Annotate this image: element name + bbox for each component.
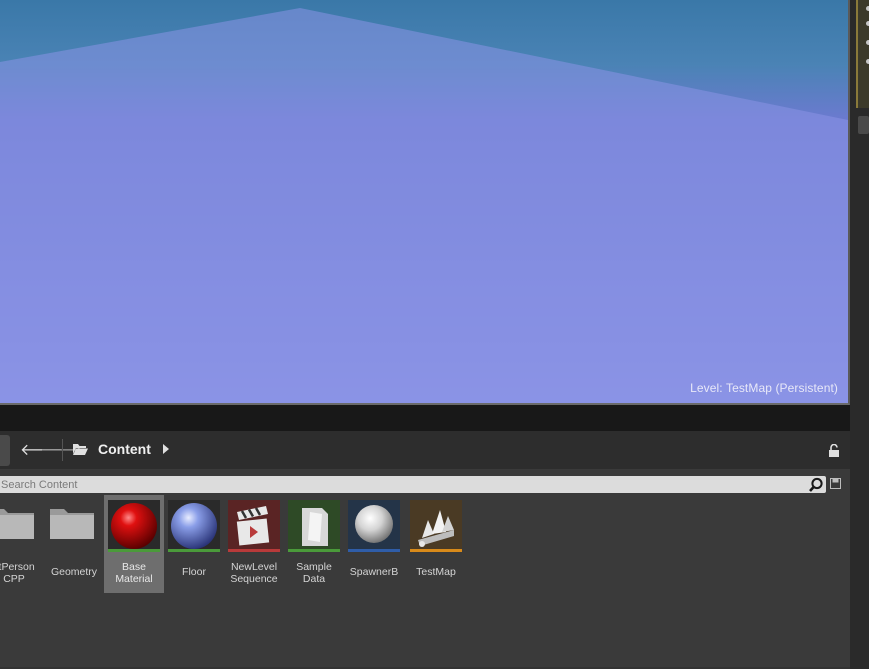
asset-type-bar — [410, 549, 462, 552]
data-asset-icon — [288, 500, 340, 552]
material-sphere-icon — [108, 500, 160, 552]
asset-label: SpawnerB — [349, 566, 399, 578]
asset-type-bar — [288, 549, 340, 552]
level-map-icon — [410, 500, 462, 552]
floor-plane — [0, 8, 848, 403]
blueprint-sphere-icon — [348, 500, 400, 552]
asset-label: Sample Data — [296, 561, 332, 585]
level-viewport[interactable]: Level: TestMap (Persistent) — [0, 0, 850, 405]
asset-label: stPerson CPP — [0, 561, 35, 585]
asset-test-map[interactable]: TestMap — [406, 495, 466, 593]
lock-icon[interactable] — [828, 444, 840, 457]
search-input[interactable] — [0, 476, 801, 493]
content-browser: 🡐 🡒 Content stPerson CPP — [0, 431, 850, 669]
asset-folder-firstperson[interactable]: stPerson CPP — [0, 495, 44, 593]
asset-label: Geometry — [50, 566, 98, 578]
panel-separator — [0, 405, 850, 431]
asset-sample-data[interactable]: Sample Data — [284, 495, 344, 593]
asset-floor[interactable]: Floor — [164, 495, 224, 593]
panel-tab[interactable] — [858, 116, 869, 134]
level-name-label: Level: TestMap (Persistent) — [690, 381, 838, 395]
clapperboard-icon — [228, 500, 280, 552]
folder-icon — [50, 509, 94, 539]
asset-type-bar — [348, 549, 400, 552]
save-search-icon[interactable] — [830, 478, 841, 489]
search-box — [0, 476, 826, 493]
asset-label: Floor — [182, 566, 206, 578]
asset-type-bar — [228, 549, 280, 552]
asset-label: NewLevel Sequence — [230, 561, 278, 585]
panel-toolbar-frame — [856, 0, 869, 108]
asset-new-level-sequence[interactable]: NewLevel Sequence — [224, 495, 284, 593]
asset-label: Base Material — [115, 561, 153, 585]
asset-type-bar — [168, 549, 220, 552]
asset-type-bar — [108, 549, 160, 552]
search-icon[interactable] — [808, 477, 824, 493]
toolbar-divider — [62, 439, 63, 461]
viewport-scene — [0, 8, 848, 403]
asset-spawner-blueprint[interactable]: SpawnerB — [344, 495, 404, 593]
asset-folder-geometry[interactable]: Geometry — [44, 495, 104, 593]
breadcrumb-chevron-icon[interactable] — [163, 444, 169, 454]
asset-base-material[interactable]: Base Material — [104, 495, 164, 593]
sources-panel-toggle[interactable] — [0, 435, 10, 466]
asset-label: TestMap — [416, 566, 456, 578]
folder-icon — [0, 509, 34, 539]
open-folder-icon — [73, 444, 88, 455]
content-browser-toolbar: 🡐 🡒 Content — [0, 431, 850, 469]
material-sphere-icon — [168, 500, 220, 552]
breadcrumb-content[interactable]: Content — [98, 441, 151, 457]
